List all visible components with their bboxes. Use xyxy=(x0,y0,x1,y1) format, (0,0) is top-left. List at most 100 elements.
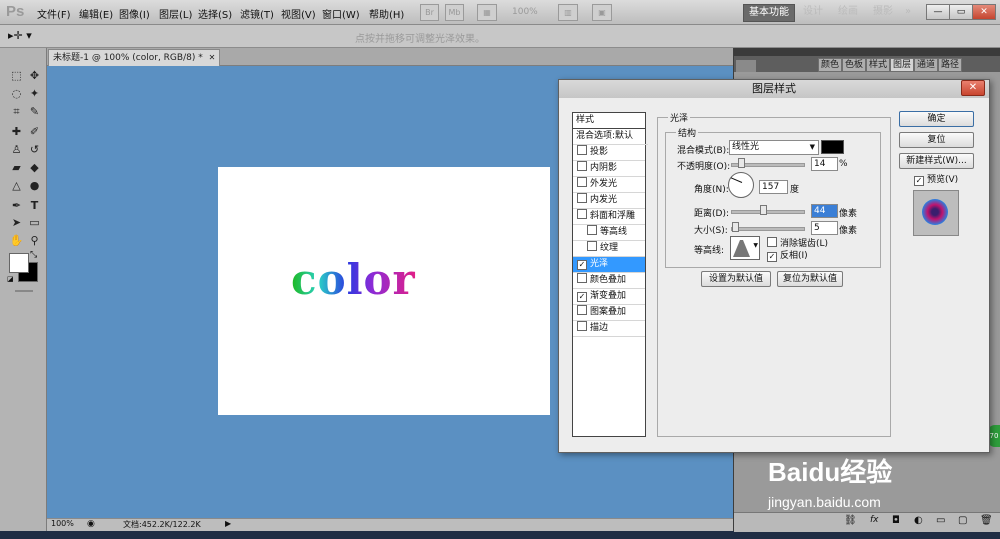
magic-wand-tool-icon[interactable]: ✦ xyxy=(27,86,42,101)
style-item[interactable]: 外发光 xyxy=(573,177,645,193)
close-window-button[interactable]: ✕ xyxy=(972,4,996,20)
lasso-tool-icon[interactable]: ◌ xyxy=(9,86,24,101)
style-item[interactable]: 内发光 xyxy=(573,193,645,209)
menu-edit[interactable]: 编辑(E) xyxy=(79,6,113,21)
workspace-photography[interactable]: 摄影 xyxy=(870,4,896,20)
arrange-documents-icon[interactable]: ▥ xyxy=(558,4,578,21)
tab-channels[interactable]: 通道 xyxy=(914,58,939,72)
new-group-icon[interactable]: ▭ xyxy=(936,515,945,526)
adjustment-layer-icon[interactable]: ◐ xyxy=(914,515,923,526)
menu-file[interactable]: 文件(F) xyxy=(37,6,71,21)
style-item-checkbox[interactable] xyxy=(577,273,587,283)
workspace-design[interactable]: 设计 xyxy=(800,4,826,20)
eraser-tool-icon[interactable]: ▰ xyxy=(9,160,24,175)
blur-tool-icon[interactable]: △ xyxy=(9,178,24,193)
workspace-more[interactable]: » xyxy=(903,4,913,20)
healing-brush-tool-icon[interactable]: ✚ xyxy=(9,124,24,139)
menu-help[interactable]: 帮助(H) xyxy=(369,6,404,21)
menu-window[interactable]: 窗口(W) xyxy=(322,6,360,21)
zoom-tool-icon[interactable]: ⚲ xyxy=(27,233,42,248)
tab-styles[interactable]: 样式 xyxy=(866,58,891,72)
type-tool-icon[interactable]: T xyxy=(27,198,42,213)
reset-to-default-button[interactable]: 复位为默认值 xyxy=(777,271,843,287)
style-item-checkbox[interactable] xyxy=(577,193,587,203)
style-item[interactable]: 等高线 xyxy=(573,225,645,241)
size-slider-thumb[interactable] xyxy=(732,222,739,232)
anti-alias-checkbox[interactable] xyxy=(767,237,777,247)
crop-tool-icon[interactable]: ⌗ xyxy=(9,104,24,119)
style-item-checkbox[interactable] xyxy=(587,241,597,251)
style-item[interactable]: 内阴影 xyxy=(573,161,645,177)
style-item[interactable]: 光泽 xyxy=(573,257,645,273)
angle-dial[interactable] xyxy=(728,172,754,198)
screen-mode-icon[interactable]: ▣ xyxy=(592,4,612,21)
style-item[interactable]: 渐变叠加 xyxy=(573,289,645,305)
paint-bucket-tool-icon[interactable]: ◆ xyxy=(27,160,42,175)
style-item[interactable]: 描边 xyxy=(573,321,645,337)
swap-colors-icon[interactable]: ⤡ xyxy=(30,250,37,260)
invert-option[interactable]: 反相(I) xyxy=(767,248,808,262)
status-zoom[interactable]: 100% xyxy=(51,519,74,528)
style-item[interactable]: 图案叠加 xyxy=(573,305,645,321)
contour-picker[interactable]: ▼ xyxy=(730,236,760,260)
style-item-checkbox[interactable] xyxy=(577,145,587,155)
trash-icon[interactable]: 🗑 xyxy=(980,515,993,526)
new-style-button[interactable]: 新建样式(W)... xyxy=(899,153,974,169)
clone-stamp-tool-icon[interactable]: ♙ xyxy=(9,142,24,157)
preview-checkbox[interactable] xyxy=(914,176,924,186)
pen-tool-icon[interactable]: ✒ xyxy=(9,198,24,213)
foreground-color-swatch[interactable] xyxy=(9,253,29,273)
zoom-level[interactable]: 100% xyxy=(512,7,538,17)
ok-button[interactable]: 确定 xyxy=(899,111,974,127)
eyedropper-tool-icon[interactable]: ✎ xyxy=(27,104,42,119)
opacity-input[interactable]: 14 xyxy=(811,157,838,171)
move-tool-icon[interactable]: ✥ xyxy=(27,68,42,83)
move-tool-preset-icon[interactable]: ▸✛ ▾ xyxy=(8,29,32,42)
restore-button[interactable]: ▭ xyxy=(949,4,973,20)
distance-slider-track[interactable] xyxy=(731,210,805,214)
tab-layers[interactable]: 图层 xyxy=(890,58,915,72)
bridge-button[interactable]: Br xyxy=(420,4,439,21)
style-item-checkbox[interactable] xyxy=(587,225,597,235)
style-item[interactable]: 投影 xyxy=(573,145,645,161)
minimize-button[interactable]: — xyxy=(926,4,950,20)
make-default-button[interactable]: 设置为默认值 xyxy=(701,271,771,287)
close-tab-icon[interactable]: ✕ xyxy=(209,53,216,62)
status-menu-arrow-icon[interactable]: ▶ xyxy=(225,519,231,528)
marquee-tool-icon[interactable]: ⬚ xyxy=(9,68,24,83)
view-extras-icon[interactable]: ▦ xyxy=(477,4,497,21)
workspace-painting[interactable]: 绘画 xyxy=(835,4,861,20)
path-selection-tool-icon[interactable]: ➤ xyxy=(9,215,24,230)
dodge-tool-icon[interactable]: ● xyxy=(27,178,42,193)
menu-select[interactable]: 选择(S) xyxy=(198,6,232,21)
menu-filter[interactable]: 滤镜(T) xyxy=(240,6,274,21)
shape-tool-icon[interactable]: ▭ xyxy=(27,215,42,230)
style-item-checkbox[interactable] xyxy=(577,209,587,219)
style-item-checkbox[interactable] xyxy=(577,321,587,331)
tab-paths[interactable]: 路径 xyxy=(938,58,963,72)
opacity-slider-thumb[interactable] xyxy=(738,158,745,168)
style-item[interactable]: 纹理 xyxy=(573,241,645,257)
tab-swatches[interactable]: 色板 xyxy=(842,58,867,72)
dialog-close-button[interactable]: ✕ xyxy=(961,80,985,96)
mini-bridge-button[interactable]: Mb xyxy=(445,4,464,21)
link-layers-icon[interactable]: ⛓ xyxy=(844,515,857,526)
reset-button[interactable]: 复位 xyxy=(899,132,974,148)
style-item-checkbox[interactable] xyxy=(577,292,587,302)
style-item[interactable]: 颜色叠加 xyxy=(573,273,645,289)
blend-mode-select[interactable]: 线性光 ▼ xyxy=(729,140,819,155)
distance-input[interactable]: 44 xyxy=(811,204,838,218)
history-brush-tool-icon[interactable]: ↺ xyxy=(27,142,42,157)
size-slider-track[interactable] xyxy=(731,227,805,231)
style-item[interactable]: 斜面和浮雕 xyxy=(573,209,645,225)
status-info-icon[interactable]: ◉ xyxy=(87,519,95,529)
layer-style-icon[interactable]: fx xyxy=(870,515,879,525)
default-colors-icon[interactable]: ◪ xyxy=(7,275,14,283)
style-item-checkbox[interactable] xyxy=(577,305,587,315)
brush-tool-icon[interactable]: ✐ xyxy=(27,124,42,139)
size-input[interactable]: 5 xyxy=(811,221,838,235)
angle-input[interactable]: 157 xyxy=(759,180,788,194)
workspace-essentials[interactable]: 基本功能 xyxy=(743,4,795,22)
menu-layer[interactable]: 图层(L) xyxy=(159,6,192,21)
style-item[interactable]: 混合选项:默认 xyxy=(573,129,648,145)
